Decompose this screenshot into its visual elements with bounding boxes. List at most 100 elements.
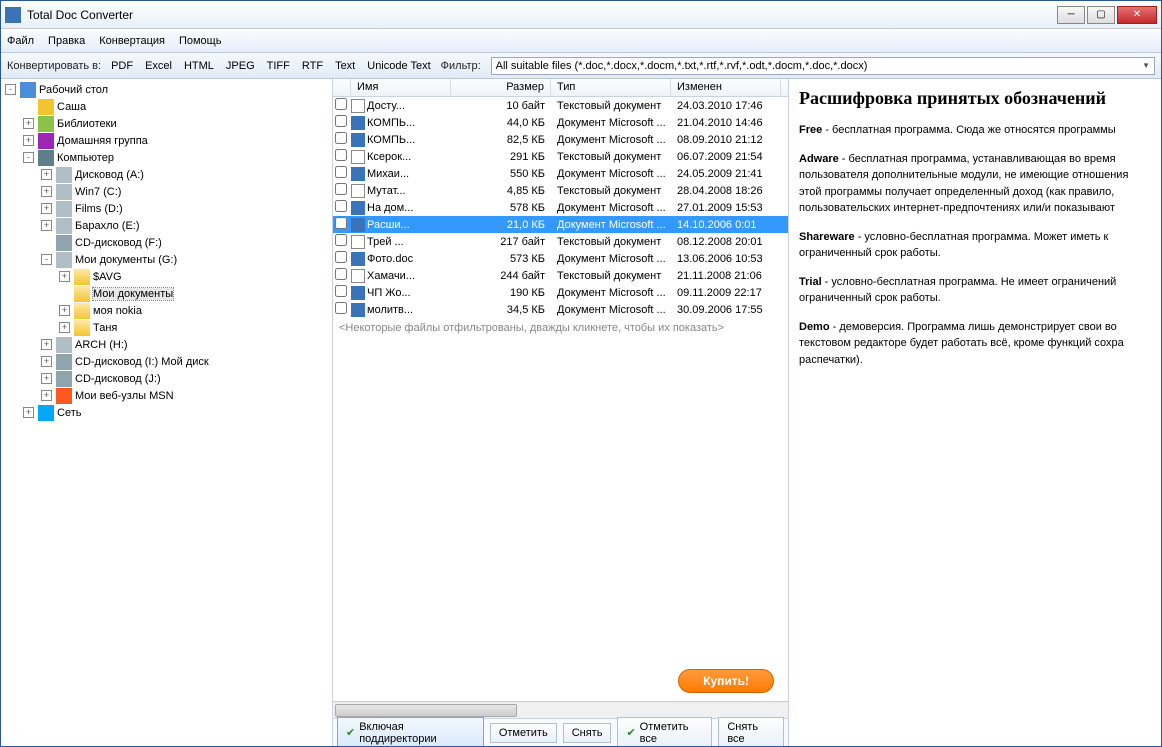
format-rtf[interactable]: RTF: [302, 60, 323, 72]
doc-icon: [351, 235, 365, 249]
file-checkbox[interactable]: [335, 183, 347, 195]
tree-node[interactable]: +Films (D:): [1, 200, 332, 217]
expand-icon[interactable]: +: [41, 390, 52, 401]
filter-message[interactable]: <Некоторые файлы отфильтрованы, дважды к…: [333, 318, 788, 338]
file-checkbox[interactable]: [335, 115, 347, 127]
expand-icon[interactable]: +: [23, 407, 34, 418]
buy-button[interactable]: Купить!: [678, 669, 774, 693]
file-row[interactable]: КОМПЬ...82,5 КБДокумент Microsoft ...08.…: [333, 131, 788, 148]
file-checkbox[interactable]: [335, 285, 347, 297]
tree-node[interactable]: +Барахло (E:): [1, 217, 332, 234]
col-modified[interactable]: Изменен: [671, 79, 781, 96]
expand-icon[interactable]: +: [23, 118, 34, 129]
expand-icon[interactable]: -: [41, 254, 52, 265]
format-html[interactable]: HTML: [184, 60, 214, 72]
tree-node[interactable]: -Мои документы (G:): [1, 251, 332, 268]
file-type: Текстовый документ: [551, 151, 671, 163]
file-checkbox[interactable]: [335, 149, 347, 161]
expand-icon[interactable]: [59, 288, 70, 299]
tree-node[interactable]: +$AVG: [1, 268, 332, 285]
col-size[interactable]: Размер: [451, 79, 551, 96]
tree-node[interactable]: +Мои веб-узлы MSN: [1, 387, 332, 404]
check-button[interactable]: Отметить: [490, 723, 557, 743]
menu-Файл[interactable]: Файл: [7, 35, 34, 47]
expand-icon[interactable]: +: [41, 220, 52, 231]
tree-node[interactable]: +Дисковод (A:): [1, 166, 332, 183]
expand-icon[interactable]: +: [59, 271, 70, 282]
format-jpeg[interactable]: JPEG: [226, 60, 255, 72]
tree-node[interactable]: -Компьютер: [1, 149, 332, 166]
menu-Правка[interactable]: Правка: [48, 35, 85, 47]
tree-node[interactable]: Саша: [1, 98, 332, 115]
col-type[interactable]: Тип: [551, 79, 671, 96]
horizontal-scrollbar[interactable]: [333, 701, 788, 718]
filter-label: Фильтр:: [441, 60, 481, 72]
menu-Конвертация[interactable]: Конвертация: [99, 35, 165, 47]
format-text[interactable]: Text: [335, 60, 355, 72]
tree-node[interactable]: CD-дисковод (F:): [1, 234, 332, 251]
expand-icon[interactable]: -: [5, 84, 16, 95]
filter-dropdown[interactable]: All suitable files (*.doc,*.docx,*.docm,…: [491, 57, 1155, 75]
folder-tree[interactable]: -Рабочий столСаша+Библиотеки+Домашняя гр…: [1, 79, 333, 746]
tree-node[interactable]: +CD-дисковод (I:) Мой диск: [1, 353, 332, 370]
file-checkbox[interactable]: [335, 251, 347, 263]
expand-icon[interactable]: +: [41, 339, 52, 350]
uncheck-button[interactable]: Снять: [563, 723, 612, 743]
expand-icon[interactable]: +: [59, 322, 70, 333]
format-pdf[interactable]: PDF: [111, 60, 133, 72]
check-all-button[interactable]: ✔Отметить все: [617, 717, 712, 747]
expand-icon[interactable]: +: [41, 186, 52, 197]
format-unicode text[interactable]: Unicode Text: [367, 60, 430, 72]
file-row[interactable]: Мутат...4,85 КБТекстовый документ28.04.2…: [333, 182, 788, 199]
tree-node[interactable]: +Таня: [1, 319, 332, 336]
file-checkbox[interactable]: [335, 268, 347, 280]
file-row[interactable]: Ксерок...291 КБТекстовый документ06.07.2…: [333, 148, 788, 165]
file-row[interactable]: Расши...21,0 КБДокумент Microsoft ...14.…: [333, 216, 788, 233]
file-row[interactable]: Хамачи...244 байтТекстовый документ21.11…: [333, 267, 788, 284]
expand-icon[interactable]: +: [41, 356, 52, 367]
file-row[interactable]: ЧП Жо...190 КБДокумент Microsoft ...09.1…: [333, 284, 788, 301]
col-name[interactable]: Имя: [351, 79, 451, 96]
close-button[interactable]: ✕: [1117, 6, 1157, 24]
expand-icon[interactable]: [23, 101, 34, 112]
file-checkbox[interactable]: [335, 132, 347, 144]
file-checkbox[interactable]: [335, 200, 347, 212]
format-excel[interactable]: Excel: [145, 60, 172, 72]
expand-icon[interactable]: +: [41, 203, 52, 214]
file-checkbox[interactable]: [335, 98, 347, 110]
file-row[interactable]: Трей ...217 байтТекстовый документ08.12.…: [333, 233, 788, 250]
tree-node[interactable]: Мои документы: [1, 285, 332, 302]
tree-node[interactable]: +Библиотеки: [1, 115, 332, 132]
tree-node[interactable]: +CD-дисковод (J:): [1, 370, 332, 387]
tree-node[interactable]: +ARCH (H:): [1, 336, 332, 353]
tree-node[interactable]: +Win7 (C:): [1, 183, 332, 200]
format-tiff[interactable]: TIFF: [267, 60, 290, 72]
menu-Помощь[interactable]: Помощь: [179, 35, 222, 47]
maximize-button[interactable]: ▢: [1087, 6, 1115, 24]
file-row[interactable]: На дом...578 КБДокумент Microsoft ...27.…: [333, 199, 788, 216]
file-row[interactable]: Досту...10 байтТекстовый документ24.03.2…: [333, 97, 788, 114]
file-checkbox[interactable]: [335, 234, 347, 246]
uncheck-all-button[interactable]: Снять все: [718, 717, 784, 747]
expand-icon[interactable]: +: [41, 169, 52, 180]
expand-icon[interactable]: [41, 237, 52, 248]
file-checkbox[interactable]: [335, 302, 347, 314]
tree-node[interactable]: +Домашняя группа: [1, 132, 332, 149]
tree-node[interactable]: -Рабочий стол: [1, 81, 332, 98]
expand-icon[interactable]: +: [59, 305, 70, 316]
file-checkbox[interactable]: [335, 166, 347, 178]
file-row[interactable]: КОМПЬ...44,0 КБДокумент Microsoft ...21.…: [333, 114, 788, 131]
file-name: Фото.doc: [367, 253, 413, 265]
file-row[interactable]: молитв...34,5 КБДокумент Microsoft ...30…: [333, 301, 788, 318]
file-checkbox[interactable]: [335, 217, 347, 229]
file-row[interactable]: Фото.doc573 КБДокумент Microsoft ...13.0…: [333, 250, 788, 267]
include-subdirs-button[interactable]: ✔Включая поддиректории: [337, 717, 484, 747]
expand-icon[interactable]: +: [23, 135, 34, 146]
file-row[interactable]: Михаи...550 КБДокумент Microsoft ...24.0…: [333, 165, 788, 182]
file-list-header[interactable]: Имя Размер Тип Изменен: [333, 79, 788, 97]
expand-icon[interactable]: -: [23, 152, 34, 163]
tree-node[interactable]: +моя nokia: [1, 302, 332, 319]
expand-icon[interactable]: +: [41, 373, 52, 384]
tree-node[interactable]: +Сеть: [1, 404, 332, 421]
minimize-button[interactable]: ─: [1057, 6, 1085, 24]
